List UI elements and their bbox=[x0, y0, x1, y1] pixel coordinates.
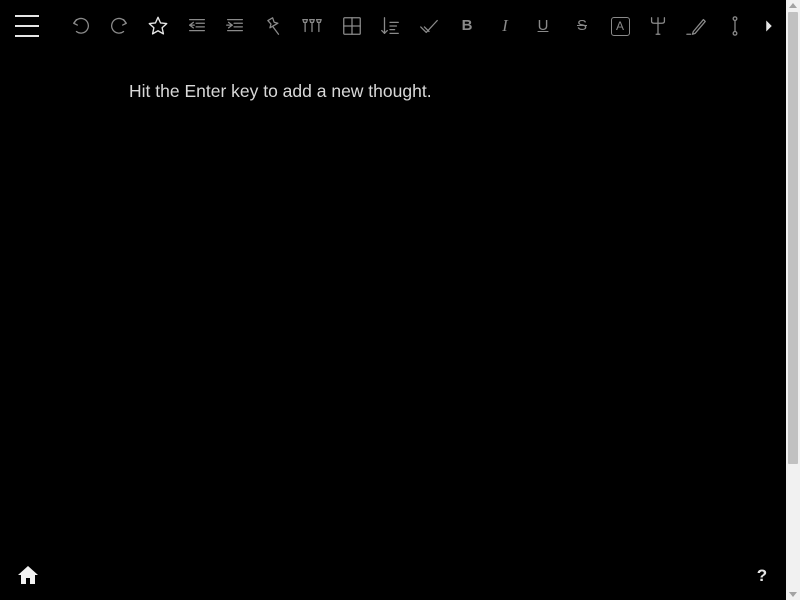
outdent-icon[interactable] bbox=[185, 14, 209, 38]
pin-icon[interactable] bbox=[261, 14, 285, 38]
vertical-scrollbar[interactable] bbox=[786, 0, 800, 600]
new-thought-hint: Hit the Enter key to add a new thought. bbox=[129, 81, 432, 101]
strikethrough-glyph: S bbox=[576, 17, 587, 34]
star-icon[interactable] bbox=[146, 14, 170, 38]
scroll-up-arrow-icon[interactable] bbox=[789, 3, 797, 8]
subcategorize-icon[interactable] bbox=[646, 14, 670, 38]
redo-icon[interactable] bbox=[107, 14, 131, 38]
hamburger-menu-icon[interactable] bbox=[13, 12, 41, 40]
underline-icon[interactable]: U bbox=[531, 14, 555, 38]
table-icon[interactable] bbox=[340, 14, 364, 38]
italic-glyph: I bbox=[502, 16, 508, 35]
undo-icon[interactable] bbox=[69, 14, 93, 38]
toolbar: B I U S A bbox=[0, 0, 786, 52]
bold-glyph: B bbox=[461, 17, 473, 34]
letter-case-icon[interactable]: A bbox=[608, 14, 632, 38]
pen-icon[interactable] bbox=[685, 14, 709, 38]
chevron-right-icon[interactable] bbox=[757, 14, 781, 38]
home-icon[interactable] bbox=[16, 563, 40, 587]
split-icon[interactable] bbox=[723, 14, 747, 38]
italic-icon[interactable]: I bbox=[493, 14, 517, 38]
scrollbar-thumb[interactable] bbox=[788, 12, 798, 464]
scroll-down-arrow-icon[interactable] bbox=[789, 592, 797, 597]
checkmark-icon[interactable] bbox=[417, 14, 441, 38]
help-button[interactable]: ? bbox=[752, 565, 772, 589]
underline-glyph: U bbox=[537, 17, 549, 34]
bold-icon[interactable]: B bbox=[455, 14, 479, 38]
strikethrough-icon[interactable]: S bbox=[570, 14, 594, 38]
pin-all-icon[interactable] bbox=[300, 14, 324, 38]
app-window: B I U S A Hit the Enter key to add a new… bbox=[0, 0, 800, 600]
letter-case-glyph: A bbox=[610, 16, 630, 36]
sort-icon[interactable] bbox=[378, 14, 402, 38]
indent-icon[interactable] bbox=[223, 14, 247, 38]
